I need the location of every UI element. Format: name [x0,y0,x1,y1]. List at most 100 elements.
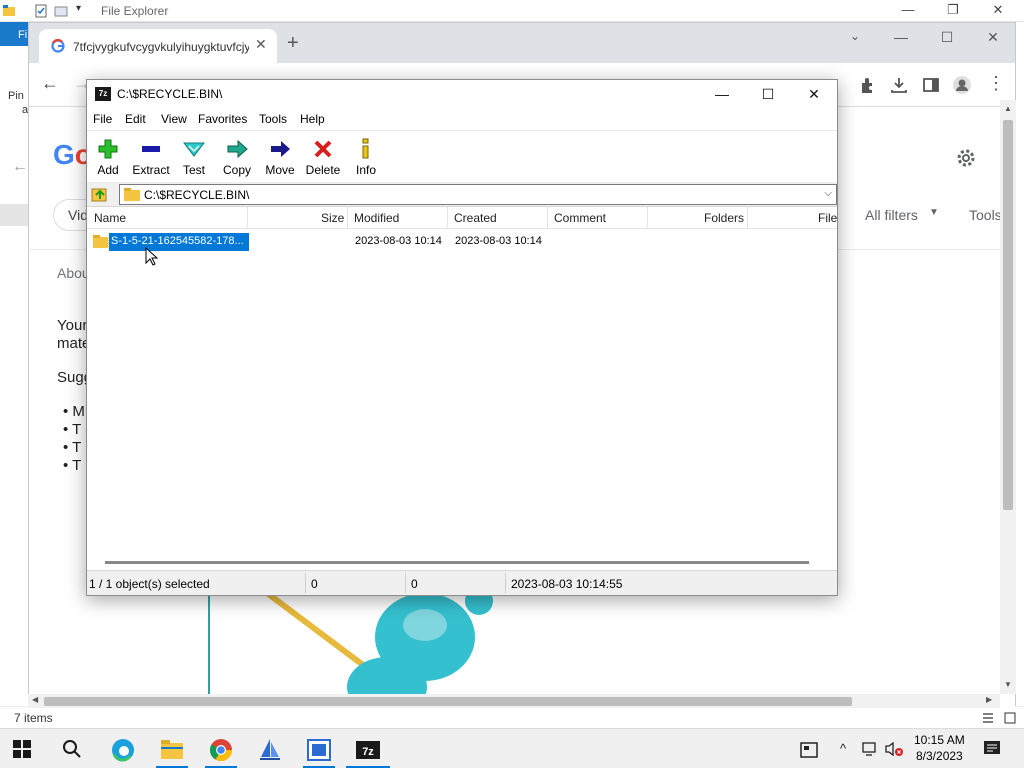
profile-avatar-icon[interactable] [952,75,972,95]
chrome-minimize-button[interactable]: — [886,29,916,53]
file-explorer-titlebar: ▾ File Explorer — ❐ ✕ [0,0,1024,22]
column-comment[interactable]: Comment [554,211,606,225]
chrome-maximize-button[interactable]: ☐ [932,29,962,53]
show-hidden-icons-icon[interactable]: ^ [840,741,846,756]
fe-close-button[interactable]: ✕ [983,2,1013,20]
volume-muted-icon[interactable] [884,741,904,757]
column-divider[interactable] [547,207,548,229]
menu-edit[interactable]: Edit [125,112,146,126]
mascot-illustration [208,587,493,707]
extensions-icon[interactable] [858,75,878,95]
7zip-titlebar: 7z C:\$RECYCLE.BIN\ — ☐ ✕ [87,80,837,108]
column-divider[interactable] [647,207,648,229]
file-list-horizontal-scrollbar[interactable] [105,561,809,564]
side-panel-icon[interactable] [921,75,941,95]
info-icon [362,138,369,159]
news-widget-icon[interactable] [800,741,818,759]
suggestion-item: • M [63,403,85,420]
notifications-icon[interactable] [982,739,1002,759]
window-app-icon[interactable] [306,737,332,763]
menu-tools[interactable]: Tools [259,112,287,126]
horizontal-scrollbar[interactable]: ◀ ▶ [28,694,1000,708]
test-button[interactable]: Test [172,135,216,181]
add-button[interactable]: Add [86,135,130,181]
scroll-down-icon[interactable]: ▼ [1004,680,1012,689]
tools-button[interactable]: Tools [969,207,1002,223]
suggestion-item: • T [63,457,82,474]
column-created[interactable]: Created [454,211,497,225]
address-input[interactable]: C:\$RECYCLE.BIN\ ⌵ [119,184,837,205]
up-folder-icon[interactable] [91,185,109,203]
chrome-icon[interactable] [208,737,234,763]
row-created-cell: 2023-08-03 10:14 [455,235,542,247]
fe-nav-item[interactable] [0,204,28,226]
column-divider[interactable] [347,207,348,229]
all-filters-dropdown-icon[interactable]: ▼ [929,207,939,218]
column-modified[interactable]: Modified [354,211,399,225]
vertical-scrollbar[interactable]: ▲ ▼ [1000,100,1016,694]
file-explorer-icon[interactable] [159,737,185,763]
windows-start-icon[interactable] [12,739,32,759]
7zip-close-button[interactable]: ✕ [791,82,837,106]
7zip-taskbar-icon[interactable]: 7z [355,737,381,763]
settings-gear-icon[interactable] [955,147,977,169]
column-divider[interactable] [447,207,448,229]
address-text: C:\$RECYCLE.BIN\ [144,188,250,202]
menu-favorites[interactable]: Favorites [198,112,247,126]
extract-button[interactable]: Extract [129,135,173,181]
scroll-left-icon[interactable]: ◀ [32,695,38,704]
7zip-window: 7z C:\$RECYCLE.BIN\ — ☐ ✕ File Edit View… [86,79,838,596]
column-name[interactable]: Name [94,211,126,225]
clock-date[interactable]: 8/3/2023 [916,749,963,763]
fe-minimize-button[interactable]: — [893,2,923,20]
status-date: 2023-08-03 10:14:55 [511,577,623,591]
clock-time[interactable]: 10:15 AM [914,733,965,747]
chrome-close-button[interactable]: ✕ [978,29,1008,53]
edge-browser-icon[interactable] [110,737,136,763]
add-icon [98,139,118,159]
back-icon[interactable]: ← [41,73,59,94]
chrome-tab-strip: 7tfcjvygkufvcygvkulyihuygktuvfcjyg ✕ + ⌄… [29,23,1015,63]
new-folder-icon[interactable] [54,4,68,18]
tab-search-icon[interactable]: ⌄ [840,29,870,53]
scroll-up-icon[interactable]: ▲ [1004,104,1012,113]
details-view-icon[interactable] [982,712,994,724]
menu-help[interactable]: Help [300,112,325,126]
info-button[interactable]: Info [344,135,388,181]
new-tab-button[interactable]: + [287,32,299,55]
chrome-tab[interactable]: 7tfcjvygkufvcygvkulyihuygktuvfcjyg ✕ [39,29,277,63]
move-button[interactable]: Move [258,135,302,181]
column-files[interactable]: File [818,211,837,225]
7zip-minimize-button[interactable]: — [699,82,745,106]
fe-ribbon-file-tab[interactable]: Fi [0,22,30,46]
file-list-row[interactable]: S-1-5-21-162545582-178... 2023-08-03 10:… [91,232,837,252]
column-divider[interactable] [747,207,748,229]
properties-icon[interactable] [34,4,48,18]
copy-button[interactable]: Copy [215,135,259,181]
vertical-scroll-thumb[interactable] [1003,120,1013,510]
delete-button[interactable]: Delete [301,135,345,181]
column-size[interactable]: Size [321,211,344,225]
file-list-header: Name Size Modified Created Comment Folde… [87,207,837,229]
menu-view[interactable]: View [161,112,187,126]
large-icons-view-icon[interactable] [1004,712,1016,724]
download-icon[interactable] [889,75,909,95]
chrome-menu-icon[interactable]: ⋮ [987,73,1005,94]
scroll-right-icon[interactable]: ▶ [986,695,992,704]
fe-maximize-button[interactable]: ❐ [938,2,968,20]
back-arrow-icon[interactable]: ← [12,158,28,176]
horizontal-scroll-thumb[interactable] [44,697,852,706]
column-folders[interactable]: Folders [704,211,744,225]
all-filters-button[interactable]: All filters [865,207,918,223]
menu-file[interactable]: File [93,112,112,126]
close-tab-icon[interactable]: ✕ [255,36,267,53]
row-name-cell[interactable]: S-1-5-21-162545582-178... [108,232,250,252]
network-icon[interactable] [862,741,880,757]
quick-access-dropdown-icon[interactable]: ▾ [76,3,90,17]
7zip-maximize-button[interactable]: ☐ [745,82,791,106]
status-size: 0 [311,577,318,591]
address-dropdown-icon[interactable]: ⌵ [824,188,832,199]
search-icon[interactable] [62,739,82,759]
sailboat-app-icon[interactable] [257,737,283,763]
column-divider[interactable] [247,207,248,229]
